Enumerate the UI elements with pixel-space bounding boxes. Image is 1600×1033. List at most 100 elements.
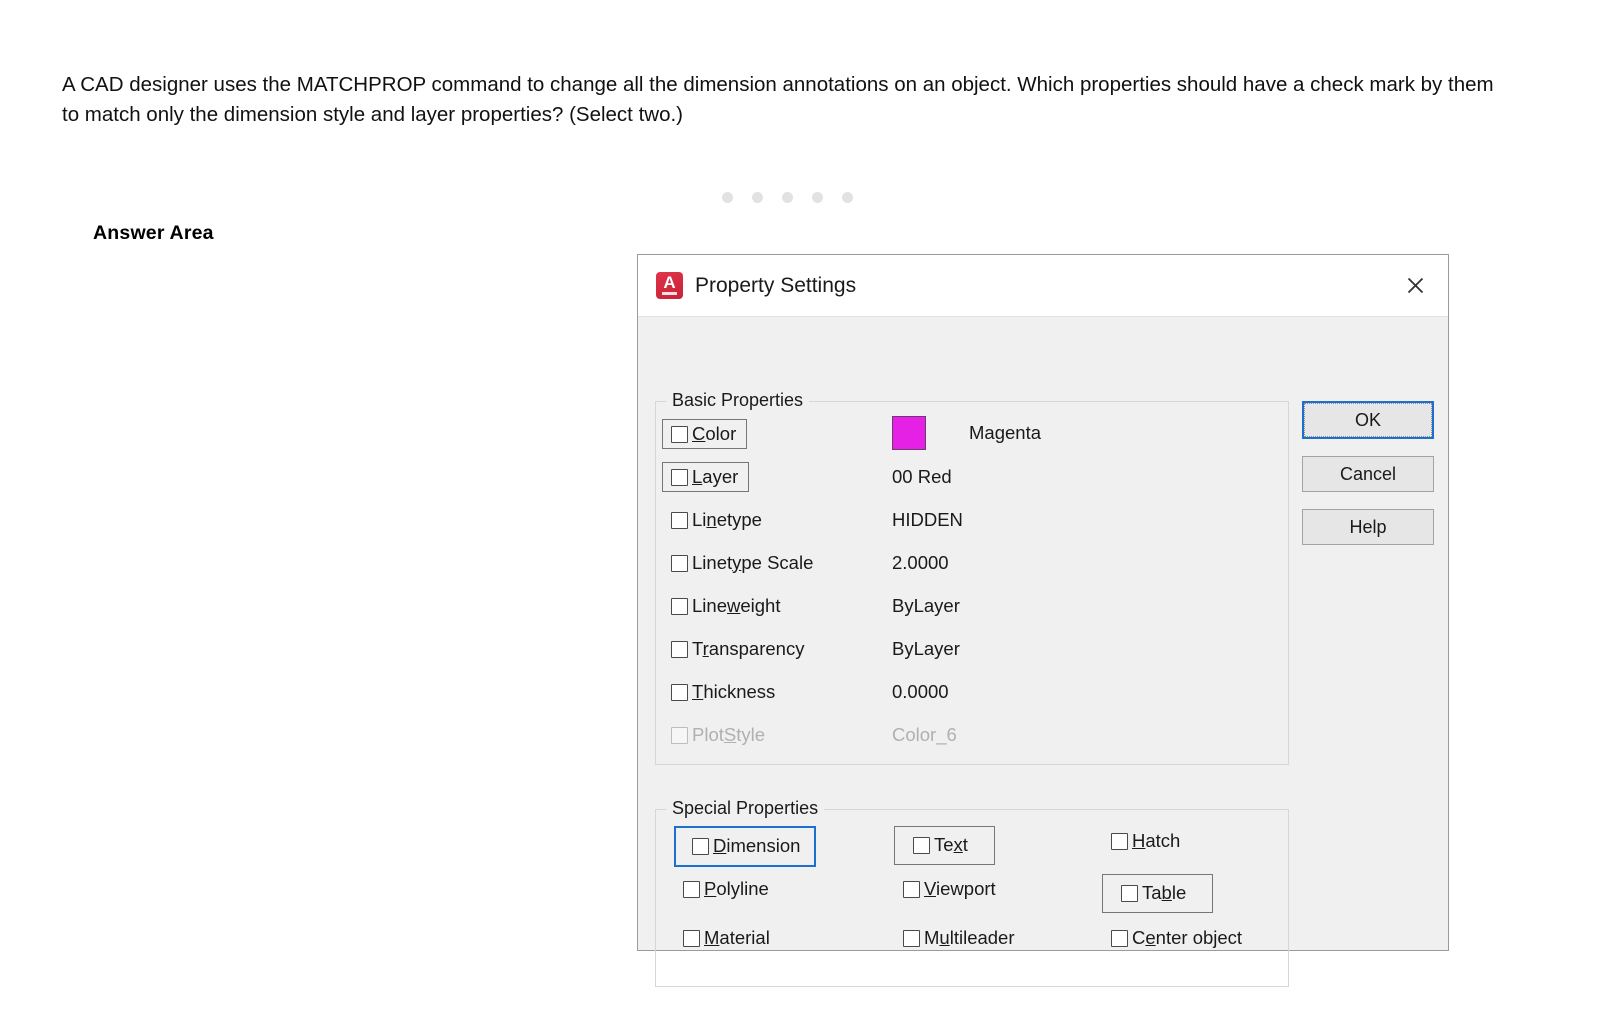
loading-dot: [782, 192, 793, 203]
property-value: 00 Red: [892, 466, 952, 487]
special-property-cell: Table: [1096, 874, 1214, 913]
special-property-cell: Center object: [1096, 923, 1253, 954]
checkbox-material[interactable]: Material: [674, 923, 781, 954]
loading-dot: [752, 192, 763, 203]
checkbox-label: Text: [934, 834, 968, 855]
checkbox-label: Lineweight: [692, 594, 781, 616]
checkbox-box-icon: [671, 554, 688, 572]
checkbox-label: Linetype Scale: [692, 551, 814, 573]
loading-dot: [812, 192, 823, 203]
checkbox-box-icon: [683, 929, 700, 947]
checkbox-thickness[interactable]: Thickness: [662, 677, 786, 708]
property-value: 2.0000: [892, 552, 949, 573]
checkbox-box-icon: [671, 425, 688, 443]
loading-dot: [722, 192, 733, 203]
checkbox-layer[interactable]: Layer: [662, 461, 750, 493]
special-property-cell: Viewport: [888, 874, 1007, 905]
property-value: ByLayer: [892, 595, 960, 616]
checkbox-label: Color: [692, 422, 737, 444]
checkbox-viewport[interactable]: Viewport: [894, 874, 1007, 905]
checkbox-table[interactable]: Table: [1102, 874, 1214, 913]
checkbox-label: Linetype: [692, 508, 762, 530]
basic-property-row: Thickness 0.0000: [656, 674, 1288, 710]
checkbox-box-icon: [903, 880, 920, 898]
special-property-cell: Dimension: [668, 826, 817, 867]
ok-button[interactable]: OK: [1302, 401, 1434, 439]
checkbox-lineweight[interactable]: Lineweight: [662, 591, 791, 622]
checkbox-label: Multileader: [924, 927, 1015, 948]
checkbox-label: Layer: [692, 465, 739, 487]
loading-dots: [722, 192, 853, 203]
checkbox-label: Thickness: [692, 680, 776, 702]
checkbox-label: Dimension: [713, 835, 801, 856]
question-text: A CAD designer uses the MATCHPROP comman…: [62, 73, 1494, 126]
property-value: Color_6: [892, 724, 957, 745]
basic-property-row: Color Magenta: [656, 416, 1288, 452]
checkbox-label: Hatch: [1132, 830, 1181, 851]
property-value: HIDDEN: [892, 509, 963, 530]
property-value: ByLayer: [892, 638, 960, 659]
basic-property-row: Linetype Scale 2.0000: [656, 545, 1288, 581]
close-icon[interactable]: [1392, 264, 1438, 308]
dialog-body: Basic Properties Color Magenta Layer 00 Red…: [638, 317, 1448, 987]
dialog-title: Property Settings: [695, 273, 857, 297]
checkbox-box-icon: [692, 837, 709, 855]
checkbox-linetype[interactable]: Linetype: [662, 505, 773, 536]
checkbox-box-icon: [671, 726, 688, 744]
checkbox-box-icon: [671, 511, 688, 529]
checkbox-color[interactable]: Color: [662, 418, 748, 450]
checkbox-label: Material: [704, 927, 770, 948]
checkbox-box-icon: [671, 468, 688, 486]
property-value: Magenta: [892, 416, 1041, 450]
help-button[interactable]: Help: [1302, 509, 1434, 545]
checkbox-box-icon: [671, 597, 688, 615]
basic-property-row: Lineweight ByLayer: [656, 588, 1288, 624]
checkbox-box-icon: [671, 640, 688, 658]
checkbox-label: Polyline: [704, 878, 769, 899]
special-property-cell: Material: [668, 923, 781, 954]
special-properties-legend: Special Properties: [666, 798, 825, 819]
checkbox-dimension[interactable]: Dimension: [674, 826, 817, 867]
checkbox-label: Table: [1142, 882, 1187, 903]
basic-property-row: Transparency ByLayer: [656, 631, 1288, 667]
checkbox-hatch[interactable]: Hatch: [1102, 826, 1191, 857]
checkbox-center-object[interactable]: Center object: [1102, 923, 1253, 954]
color-swatch: [892, 416, 926, 450]
checkbox-box-icon: [903, 929, 920, 947]
checkbox-transparency[interactable]: Transparency: [662, 634, 815, 665]
checkbox-text[interactable]: Text: [894, 826, 995, 865]
checkbox-box-icon: [671, 683, 688, 701]
dialog-titlebar: Property Settings: [638, 255, 1448, 317]
checkbox-box-icon: [1121, 884, 1138, 902]
special-property-cell: Hatch: [1096, 826, 1191, 857]
loading-dot: [842, 192, 853, 203]
special-property-cell: Multileader: [888, 923, 1026, 954]
checkbox-multileader[interactable]: Multileader: [894, 923, 1026, 954]
autocad-a-icon: [656, 272, 683, 299]
checkbox-box-icon: [683, 880, 700, 898]
checkbox-label: Center object: [1132, 927, 1243, 948]
checkbox-label: Transparency: [692, 637, 805, 659]
checkbox-label: Viewport: [924, 878, 996, 899]
checkbox-box-icon: [1111, 832, 1128, 850]
dialog-buttons: OK Cancel Help: [1302, 401, 1434, 562]
close-glyph: [1407, 277, 1423, 294]
property-settings-dialog: Property Settings Basic Properties Color…: [637, 254, 1449, 987]
checkbox-linetype-scale[interactable]: Linetype Scale: [662, 548, 824, 579]
basic-property-row: Linetype HIDDEN: [656, 502, 1288, 538]
answer-area-label: Answer Area: [93, 222, 214, 244]
special-property-cell: Polyline: [668, 874, 780, 905]
button-label: OK: [1304, 403, 1432, 437]
checkbox-plotstyle: PlotStyle: [662, 720, 776, 751]
basic-properties-legend: Basic Properties: [666, 390, 810, 411]
property-value: 0.0000: [892, 681, 949, 702]
special-properties-group: Special Properties Dimension Text Hatch Pol…: [655, 798, 1289, 987]
cancel-button[interactable]: Cancel: [1302, 456, 1434, 492]
checkbox-polyline[interactable]: Polyline: [674, 874, 780, 905]
basic-property-row: PlotStyle Color_6: [656, 717, 1288, 753]
checkbox-box-icon: [1111, 929, 1128, 947]
checkbox-label: PlotStyle: [692, 723, 766, 745]
special-property-cell: Text: [888, 826, 995, 865]
checkbox-box-icon: [913, 836, 930, 854]
basic-property-row: Layer 00 Red: [656, 459, 1288, 495]
